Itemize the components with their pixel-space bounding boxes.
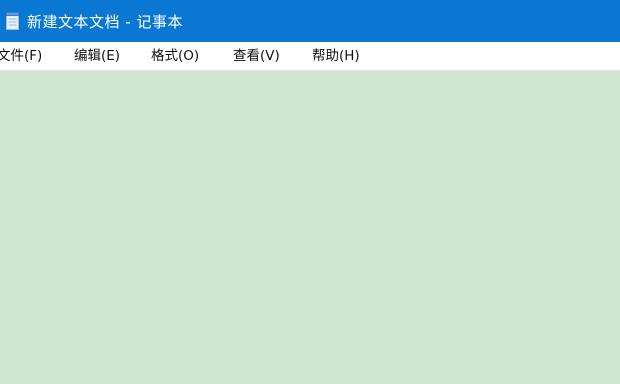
notepad-window: 新建文本文档 - 记事本 文件(F) 编辑(E) 格式(O) 查看(V) 帮助(… xyxy=(0,0,620,384)
title-bar[interactable]: 新建文本文档 - 记事本 xyxy=(0,0,620,42)
menu-help[interactable]: 帮助(H) xyxy=(312,42,360,70)
window-title: 新建文本文档 - 记事本 xyxy=(27,12,183,31)
menu-file[interactable]: 文件(F) xyxy=(0,42,42,70)
menu-edit[interactable]: 编辑(E) xyxy=(74,42,120,70)
menu-bar: 文件(F) 编辑(E) 格式(O) 查看(V) 帮助(H) xyxy=(0,42,620,71)
text-editor-area[interactable] xyxy=(0,71,620,384)
menu-view[interactable]: 查看(V) xyxy=(233,42,280,70)
notepad-icon xyxy=(6,12,19,30)
menu-format[interactable]: 格式(O) xyxy=(151,42,199,70)
